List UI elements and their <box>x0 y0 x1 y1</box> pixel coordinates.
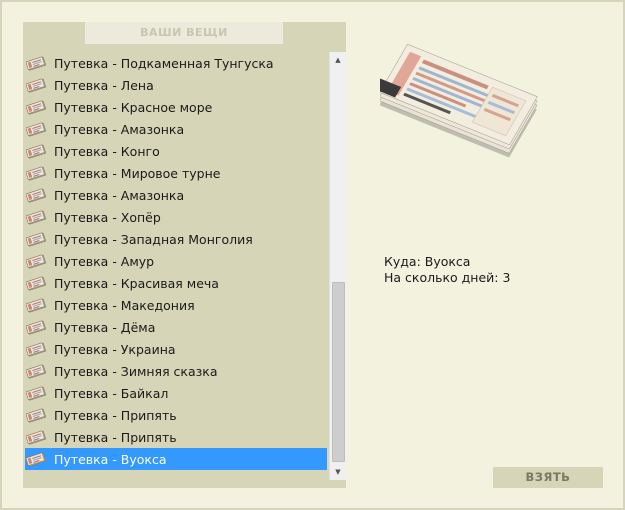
list-item[interactable]: Путевка - Лена <box>25 74 327 96</box>
list-item[interactable]: Путевка - Украина <box>25 338 327 360</box>
list-item[interactable]: Путевка - Зимняя сказка <box>25 360 327 382</box>
list-scrollbar[interactable]: ▲ ▼ <box>329 52 346 480</box>
inventory-list: Путевка - Подкаменная Тунгуска Путевка -… <box>25 52 327 470</box>
list-item[interactable]: Путевка - Красивая меча <box>25 272 327 294</box>
list-item-label: Путевка - Красивая меча <box>54 275 219 291</box>
ticket-icon <box>26 341 47 357</box>
ticket-icon <box>26 451 47 467</box>
ticket-icon <box>26 385 47 401</box>
list-item-label: Путевка - Вуокса <box>54 451 167 467</box>
list-item-label: Путевка - Украина <box>54 341 176 357</box>
ticket-icon <box>26 231 47 247</box>
list-item[interactable]: Путевка - Конго <box>25 140 327 162</box>
list-item-label: Путевка - Зимняя сказка <box>54 363 218 379</box>
ticket-icon <box>26 319 47 335</box>
list-item[interactable]: Путевка - Припять <box>25 404 327 426</box>
list-item-label: Путевка - Мировое турне <box>54 165 221 181</box>
list-item-label: Путевка - Байкал <box>54 385 169 401</box>
list-item[interactable]: Путевка - Амур <box>25 250 327 272</box>
list-item[interactable]: Путевка - Вуокса <box>25 448 327 470</box>
ticket-stack-image <box>380 43 538 158</box>
ticket-icon <box>26 429 47 445</box>
list-item[interactable]: Путевка - Амазонка <box>25 118 327 140</box>
days-text: На сколько дней: 3 <box>384 270 511 285</box>
list-item[interactable]: Путевка - Байкал <box>25 382 327 404</box>
list-item-label: Путевка - Подкаменная Тунгуска <box>54 55 274 71</box>
list-item-label: Путевка - Македония <box>54 297 195 313</box>
list-item[interactable]: Путевка - Подкаменная Тунгуска <box>25 52 327 74</box>
scroll-thumb[interactable] <box>332 282 345 462</box>
ticket-icon <box>26 297 47 313</box>
list-item[interactable]: Путевка - Македония <box>25 294 327 316</box>
list-item-label: Путевка - Припять <box>54 407 177 423</box>
list-item[interactable]: Путевка - Амазонка <box>25 184 327 206</box>
ticket-icon <box>26 407 47 423</box>
scroll-up-arrow-icon[interactable]: ▲ <box>330 52 346 68</box>
list-item[interactable]: Путевка - Хопёр <box>25 206 327 228</box>
list-item[interactable]: Путевка - Красное море <box>25 96 327 118</box>
destination-text: Куда: Вуокса <box>384 254 471 269</box>
list-item[interactable]: Путевка - Западная Монголия <box>25 228 327 250</box>
panel-title: ВАШИ ВЕЩИ <box>85 22 283 44</box>
ticket-icon <box>26 275 47 291</box>
list-item-label: Путевка - Конго <box>54 143 160 159</box>
list-item-label: Путевка - Лена <box>54 77 154 93</box>
ticket-icon <box>26 121 47 137</box>
ticket-icon <box>26 187 47 203</box>
inventory-panel: ВАШИ ВЕЩИ Путевка - Подкаменная Тунгуска… <box>23 22 346 488</box>
list-item-label: Путевка - Амазонка <box>54 187 185 203</box>
item-details: Куда: Вуокса На сколько дней: 3 <box>384 254 510 286</box>
ticket-icon <box>26 143 47 159</box>
scroll-down-arrow-icon[interactable]: ▼ <box>330 464 346 480</box>
list-item[interactable]: Путевка - Дёма <box>25 316 327 338</box>
ticket-icon <box>26 253 47 269</box>
list-item-label: Путевка - Красное море <box>54 99 213 115</box>
list-item-label: Путевка - Припять <box>54 429 177 445</box>
list-item-label: Путевка - Западная Монголия <box>54 231 253 247</box>
list-item-label: Путевка - Амур <box>54 253 155 269</box>
take-button[interactable]: ВЗЯТЬ <box>493 467 603 488</box>
ticket-icon <box>26 165 47 181</box>
ticket-icon <box>26 77 47 93</box>
list-item[interactable]: Путевка - Припять <box>25 426 327 448</box>
ticket-icon <box>26 55 47 71</box>
ticket-icon <box>26 209 47 225</box>
list-item[interactable]: Путевка - Мировое турне <box>25 162 327 184</box>
list-item-label: Путевка - Амазонка <box>54 121 185 137</box>
ticket-icon <box>26 99 47 115</box>
list-item-label: Путевка - Хопёр <box>54 209 161 225</box>
ticket-icon <box>26 363 47 379</box>
list-item-label: Путевка - Дёма <box>54 319 156 335</box>
